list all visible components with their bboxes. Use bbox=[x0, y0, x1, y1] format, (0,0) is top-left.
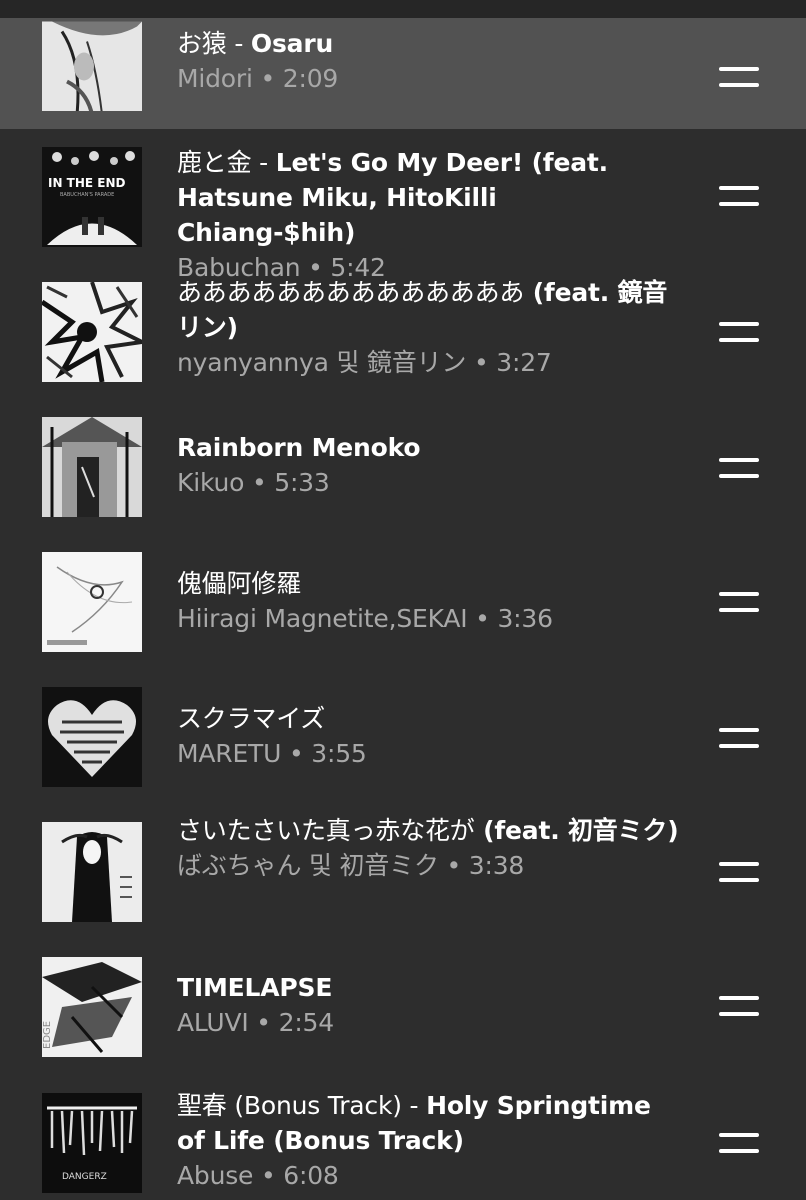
track-artist: Midori bbox=[177, 64, 253, 93]
queue-item[interactable]: さいたさいた真っ赤な花が (feat. 初音ミク) ばぶちゃん 및 初音ミク •… bbox=[0, 803, 806, 939]
separator-dot: • bbox=[248, 1008, 279, 1037]
track-title: Rainborn Menoko bbox=[177, 433, 421, 462]
track-artist: Hiiragi Magnetite,SEKAI bbox=[177, 604, 468, 633]
queue-item[interactable]: EDGE TIMELAPSE ALUVI • 2:54 bbox=[0, 939, 806, 1074]
queue-item[interactable]: スクラマイズ MARETU • 3:55 bbox=[0, 670, 806, 803]
separator-dot: • bbox=[438, 851, 469, 880]
track-artist: ALUVI bbox=[177, 1008, 249, 1037]
drag-handle-icon[interactable] bbox=[719, 994, 759, 1018]
track-subtitle: Hiiragi Magnetite,SEKAI • 3:36 bbox=[177, 601, 682, 636]
album-art-timelapse: EDGE bbox=[42, 957, 142, 1057]
svg-text:IN THE END: IN THE END bbox=[48, 176, 126, 190]
track-subtitle: Kikuo • 5:33 bbox=[177, 465, 682, 500]
track-title: さいたさいた真っ赤な花が (feat. 初音ミク) bbox=[177, 816, 679, 845]
drag-handle-icon[interactable] bbox=[719, 1131, 759, 1155]
album-art bbox=[42, 822, 142, 922]
track-subtitle: MARETU • 3:55 bbox=[177, 736, 682, 771]
queue-item[interactable]: お猿 - Osaru Midori • 2:09 bbox=[0, 18, 806, 129]
drag-handle-icon[interactable] bbox=[719, 320, 759, 344]
track-artist: ばぶちゃん 및 初音ミク bbox=[177, 851, 439, 880]
track-duration: 3:27 bbox=[496, 348, 552, 377]
track-subtitle: Midori • 2:09 bbox=[177, 61, 682, 96]
track-subtitle: Abuse • 6:08 bbox=[177, 1158, 682, 1193]
track-title: 鹿と金 - Let's Go My Deer! (feat. Hatsune M… bbox=[177, 148, 608, 247]
separator-dot: • bbox=[244, 468, 275, 497]
track-title: ああああああああああああああ (feat. 鏡音リン) bbox=[177, 278, 668, 342]
album-art bbox=[42, 417, 142, 517]
track-duration: 2:09 bbox=[282, 64, 339, 93]
album-art-kugutsu-ashura bbox=[42, 552, 142, 652]
track-artist: MARETU bbox=[177, 739, 282, 768]
album-art-nyanyannya bbox=[42, 282, 142, 382]
svg-text:BABUCHAN'S PARADE: BABUCHAN'S PARADE bbox=[60, 192, 114, 198]
queue-item[interactable]: 傀儡阿修羅 Hiiragi Magnetite,SEKAI • 3:36 bbox=[0, 534, 806, 670]
album-art-in-the-end: IN THE END BABUCHAN'S PARADE bbox=[42, 147, 142, 247]
track-duration: 3:38 bbox=[468, 851, 525, 880]
queue-item[interactable]: IN THE END BABUCHAN'S PARADE 鹿と金 - Let's… bbox=[0, 129, 806, 282]
album-art-rainborn-menoko bbox=[42, 417, 142, 517]
svg-text:DANGERZ: DANGERZ bbox=[62, 1172, 107, 1182]
separator-dot: • bbox=[467, 604, 498, 633]
drag-handle-icon[interactable] bbox=[719, 726, 759, 750]
separator-dot: • bbox=[253, 1161, 284, 1190]
separator-dot: • bbox=[466, 348, 497, 377]
separator-dot: • bbox=[252, 64, 283, 93]
track-artist: Abuse bbox=[177, 1161, 254, 1190]
album-art-scramize bbox=[42, 687, 142, 787]
track-title: TIMELAPSE bbox=[177, 973, 333, 1002]
album-art: IN THE END BABUCHAN'S PARADE bbox=[42, 147, 142, 247]
svg-text:EDGE: EDGE bbox=[42, 1021, 53, 1049]
track-artist: Kikuo bbox=[177, 468, 245, 497]
album-art bbox=[42, 552, 142, 652]
track-title: お猿 - Osaru bbox=[177, 29, 334, 58]
track-duration: 6:08 bbox=[283, 1161, 339, 1190]
track-artist: nyanyannya 및 鏡音リン bbox=[177, 348, 467, 377]
album-art bbox=[42, 18, 142, 111]
drag-handle-icon[interactable] bbox=[719, 65, 759, 89]
track-title: スクラマイズ bbox=[177, 704, 326, 733]
status-strip bbox=[0, 0, 806, 18]
queue-item[interactable]: DANGERZ 聖春 (Bonus Track) - Holy Springti… bbox=[0, 1074, 806, 1200]
track-subtitle: nyanyannya 및 鏡音リン • 3:27 bbox=[177, 345, 682, 380]
track-duration: 2:54 bbox=[278, 1008, 335, 1037]
separator-dot: • bbox=[281, 739, 312, 768]
queue-item[interactable]: ああああああああああああああ (feat. 鏡音リン) nyanyannya 및… bbox=[0, 265, 806, 399]
album-art bbox=[42, 282, 142, 382]
queue-item[interactable]: Rainborn Menoko Kikuo • 5:33 bbox=[0, 399, 806, 534]
album-art-osaru bbox=[42, 21, 142, 111]
track-title: 聖春 (Bonus Track) - Holy Springtime of Li… bbox=[177, 1091, 651, 1155]
album-art-abuse: DANGERZ bbox=[42, 1093, 142, 1193]
track-subtitle: ばぶちゃん 및 初音ミク • 3:38 bbox=[177, 848, 682, 883]
drag-handle-icon[interactable] bbox=[719, 456, 759, 480]
drag-handle-icon[interactable] bbox=[719, 184, 759, 208]
album-art: EDGE bbox=[42, 957, 142, 1057]
album-art: DANGERZ bbox=[42, 1093, 142, 1193]
drag-handle-icon[interactable] bbox=[719, 590, 759, 614]
track-duration: 3:36 bbox=[497, 604, 553, 633]
track-title: 傀儡阿修羅 bbox=[177, 569, 302, 598]
track-subtitle: ALUVI • 2:54 bbox=[177, 1005, 682, 1040]
album-art bbox=[42, 687, 142, 787]
track-duration: 5:33 bbox=[274, 468, 330, 497]
track-duration: 3:55 bbox=[311, 739, 367, 768]
drag-handle-icon[interactable] bbox=[719, 860, 759, 884]
album-art-saita-saita bbox=[42, 822, 142, 922]
